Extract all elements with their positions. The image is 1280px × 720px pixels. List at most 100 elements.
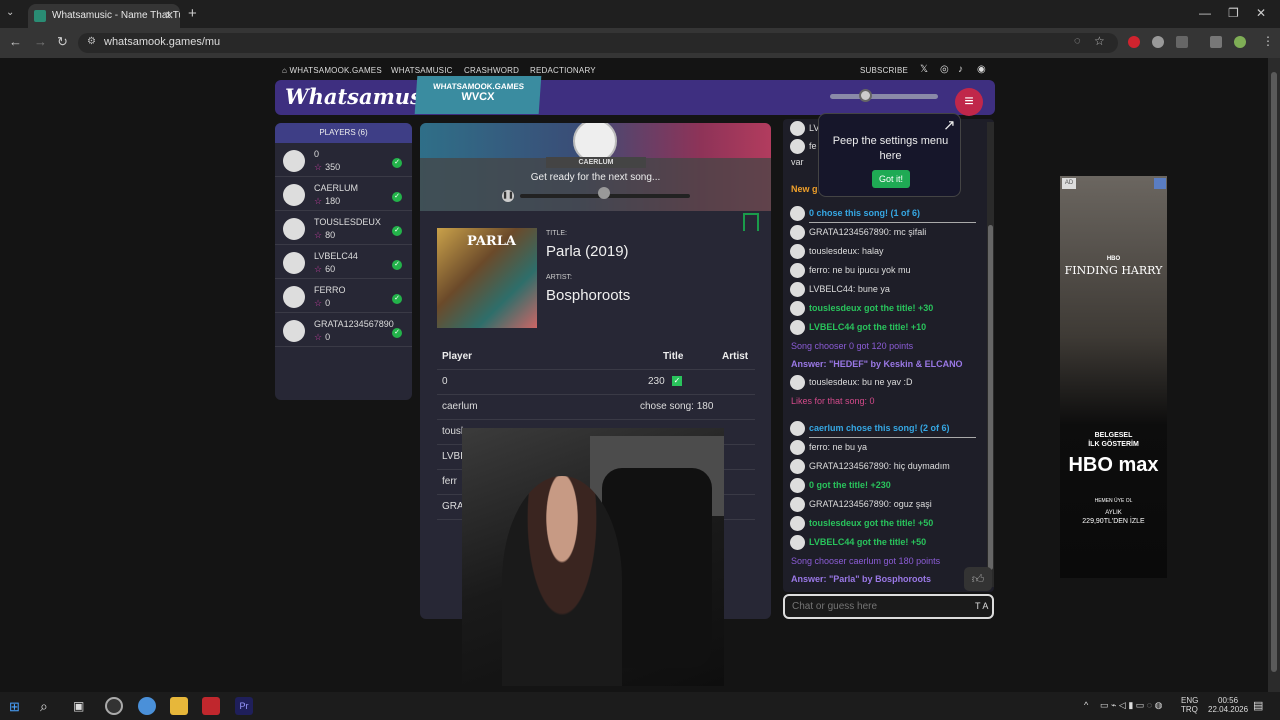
chat-message: LVBELC44: bune ya [783,280,988,299]
chat-score-message: touslesdeux got the title! +50 [783,514,988,533]
player-row: TOUSLESDEUX ☆ 80 ✓ [275,212,412,245]
site-info-icon[interactable]: ⚙ [87,36,96,47]
twitter-icon[interactable]: 𝕏 [920,64,928,75]
discord-icon[interactable]: ◉ [977,64,986,75]
chat-avatar [790,121,805,136]
volume-slider[interactable] [830,94,938,99]
player-name: LVBELC44 [314,251,358,261]
bookmark-icon[interactable] [743,213,759,231]
settings-menu-button[interactable]: ≡ [955,88,983,116]
file-explorer-icon[interactable] [170,697,188,715]
chat-info-message: Song chooser 0 got 120 points [791,341,914,351]
ad-price-line1: AYLIK [1105,510,1122,516]
room-code-tag[interactable]: WHATSAMOOK.GAMES WVCX [414,76,542,114]
extension-gray-icon[interactable] [1152,36,1164,48]
close-window-icon[interactable]: ✕ [1256,6,1266,20]
bookmark-star-icon[interactable]: ☆ [1094,34,1105,48]
check-icon: ✓ [392,158,402,168]
chat-message: GRATA1234567890: oguz şaşi [783,495,988,514]
chat-answer-message: Answer: "HEDEF" by Keskin & ELCANO [791,359,963,369]
chat-avatar [790,263,805,278]
extension-red-icon[interactable] [1128,36,1140,48]
ad-choices-icon[interactable] [1154,178,1166,189]
room-code: WVCX [460,91,495,103]
chat-scroll-thumb[interactable] [988,225,993,570]
check-icon: ✓ [392,192,402,202]
player-score: ☆ 60 [314,264,336,274]
ad-hbo-original: HBO [1106,256,1121,262]
chat-input[interactable] [792,601,962,612]
nav-redactionary-link[interactable]: REDACTIONARY [530,66,596,75]
player-name: TOUSLESDEUX [314,217,381,227]
ad-documentary-label: BELGESEL [1094,432,1133,439]
player-avatar [283,218,305,240]
table-cell-player: ferr [442,476,457,487]
chat-avatar [790,375,805,390]
home-icon: ⌂ [282,66,288,75]
task-view-icon[interactable]: ▣ [73,699,84,713]
chat-avatar [790,244,805,259]
page-scroll-thumb[interactable] [1271,72,1277,672]
media-control-icon[interactable] [1210,36,1222,48]
notification-icon[interactable]: ▤ [1253,699,1263,712]
browser-tab[interactable]: Whatsamusic - Name That Tune ✕ [28,4,180,28]
restore-icon[interactable]: ❐ [1228,6,1239,20]
player-score: ☆ 180 [314,196,341,206]
input-format-icons[interactable]: T A [975,601,988,611]
chooser-name: CAERLUM [546,157,646,168]
chat-message: GRATA1234567890: mc şifali [783,223,988,242]
like-button[interactable]: 👍︎ [964,567,992,591]
close-tab-icon[interactable]: ✕ [165,9,174,22]
nav-home-link[interactable]: ⌂ WHATSAMOOK.GAMES [282,66,382,75]
subscribe-link[interactable]: SUBSCRIBE [860,66,908,75]
nav-crashword-link[interactable]: CRASHWORD [464,66,519,75]
streamer-figure [502,476,622,686]
reload-icon[interactable]: ↻ [57,34,68,50]
profile-avatar[interactable] [1234,36,1246,48]
chat-avatar [790,459,805,474]
ad-label: AD [1062,178,1076,189]
nav-whatsamusic-link[interactable]: WHATSAMUSIC [391,66,453,75]
tab-list-icon[interactable]: ⌄ [6,7,14,18]
ad-premiere-label: İLK GÖSTERİM [1088,441,1139,448]
clock[interactable]: 00:56 22.04.2026 [1208,696,1248,714]
forward-icon[interactable]: → [34,34,47,49]
volume-knob[interactable] [859,89,872,102]
table-cell-title: 230 [648,376,665,387]
chat-input-box[interactable] [783,594,994,619]
column-header-title: Title [663,351,684,362]
pause-button[interactable]: ❚❚ [502,190,514,202]
windows-start-icon[interactable]: ⊞ [9,699,20,715]
back-icon[interactable]: ← [9,34,22,49]
check-icon: ✓ [392,226,402,236]
chat-likes-message: Likes for that song: 0 [791,396,875,406]
ad-cta: HEMEN ÜYE OL [1094,498,1133,504]
tiktok-icon[interactable]: ♪ [958,64,963,75]
eye-off-icon[interactable]: ◌ [1074,35,1081,47]
chat-avatar [790,139,805,154]
player-avatar [283,286,305,308]
table-cell-player: caerlum [442,401,478,412]
tray-chevron-icon[interactable]: ^ [1084,700,1088,710]
got-it-button[interactable]: Got it! [872,170,910,188]
search-icon[interactable]: ⌕ [40,698,48,715]
now-playing-banner: CAERLUM Get ready for the next song... ❚… [420,123,771,211]
instagram-icon[interactable]: ◎ [940,64,949,75]
table-cell-player: GRA [442,501,464,512]
address-bar[interactable]: ⚙ whatsamook.games/mu ◌ ☆ [78,33,1118,53]
extensions-puzzle-icon[interactable] [1176,36,1188,48]
premiere-icon[interactable]: Pr [235,697,253,715]
check-icon: ✓ [392,294,402,304]
minimize-icon[interactable]: — [1199,6,1211,20]
browser-menu-icon[interactable]: ⋮ [1262,34,1274,48]
title-label: TITLE: [546,230,568,237]
video-app-icon[interactable] [202,697,220,715]
language-indicator[interactable]: ENG TRQ [1181,696,1198,714]
chat-score-message: LVBELC44 got the title! +50 [783,533,988,552]
chat-avatar [790,535,805,550]
chrome-icon[interactable] [138,697,156,715]
new-tab-icon[interactable]: + [188,5,197,22]
obs-icon[interactable] [105,697,123,715]
ad-price-line2: 229,90TL'DEN İZLE [1082,518,1145,525]
tray-icons[interactable]: ▭ ⌁ ◁ ▮ ▭ ◌ ◍ [1100,700,1163,711]
